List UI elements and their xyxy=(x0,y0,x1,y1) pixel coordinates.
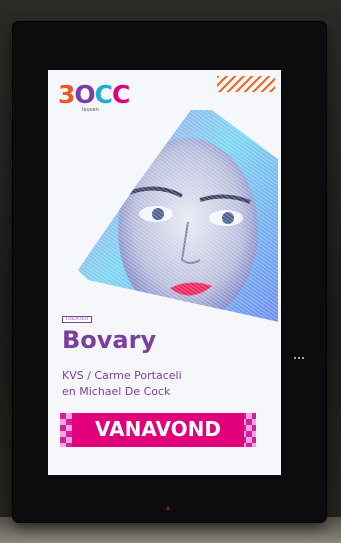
category-tag: THEATER xyxy=(62,316,92,323)
logo-char: C xyxy=(112,80,130,109)
poster-screen: 3OCC leuven THEATER Bovary KVS / Carme P… xyxy=(48,70,281,475)
tonight-banner: VANAVOND xyxy=(60,413,256,447)
logo-char: O xyxy=(74,80,95,109)
credits-line: en Michael De Cock xyxy=(62,385,171,398)
kiosk-sensor xyxy=(294,344,306,359)
logo-char: C xyxy=(94,80,113,109)
show-title: Bovary xyxy=(62,326,157,354)
stripes-decoration-icon xyxy=(217,76,275,92)
banner-text: VANAVOND xyxy=(95,417,221,441)
show-credits: KVS / Carme Portaceli en Michael De Cock xyxy=(62,368,182,400)
credits-line: KVS / Carme Portaceli xyxy=(62,369,182,382)
kiosk-brand-logo xyxy=(13,504,326,511)
venue-logo: 3OCC xyxy=(58,80,130,109)
banner-panel: VANAVOND xyxy=(72,413,244,447)
logo-char: 3 xyxy=(58,80,75,109)
portrait-icon xyxy=(78,110,278,325)
